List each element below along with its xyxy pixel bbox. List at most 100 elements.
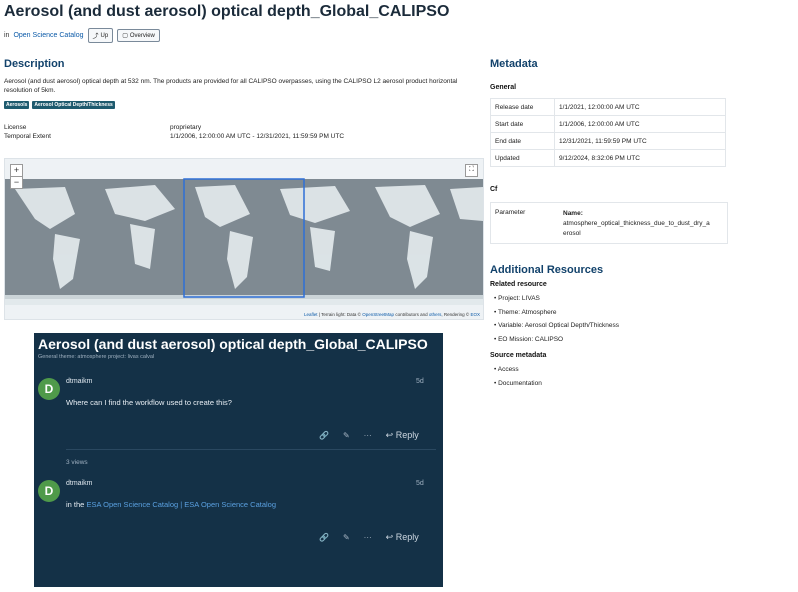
- others-link[interactable]: others: [429, 312, 442, 317]
- osm-link[interactable]: OpenStreetMap: [362, 312, 394, 317]
- table-row: Start date 1/1/2006, 12:00:00 AM UTC: [490, 115, 726, 133]
- catalog-link[interactable]: ESA Open Science Catalog | ESA Open Scie…: [86, 500, 276, 509]
- list-item[interactable]: • Theme: Atmosphere: [490, 306, 619, 320]
- source-metadata-list: • Access • Documentation: [490, 363, 542, 390]
- eox-link[interactable]: EOX: [470, 312, 480, 317]
- post-username[interactable]: dtmaikm: [66, 480, 92, 487]
- catalog-prefix: in: [4, 32, 10, 39]
- fullscreen-button[interactable]: ⛶: [465, 164, 478, 177]
- table-row: End date 12/31/2021, 11:59:59 PM UTC: [490, 132, 726, 150]
- overview-button[interactable]: ▢ Overview: [117, 29, 160, 42]
- divider: [66, 449, 436, 450]
- property-key: Temporal Extent: [4, 133, 51, 140]
- meta-value: 12/31/2021, 11:59:59 PM UTC: [554, 132, 726, 150]
- access-link[interactable]: Access: [498, 366, 519, 373]
- attribution-text: contributors and: [395, 312, 428, 317]
- reply-button[interactable]: ↩ Reply: [386, 532, 419, 543]
- tag-aod[interactable]: Aerosol Optical Depth/Thickness: [32, 101, 115, 109]
- overview-icon: ▢: [122, 33, 128, 39]
- post-actions: 🔗 ✎ ··· ↩ Reply: [319, 532, 419, 543]
- list-item[interactable]: • EO Mission: CALIPSO: [490, 333, 619, 347]
- source-metadata-heading: Source metadata: [490, 352, 547, 359]
- additional-resources-heading: Additional Resources: [490, 264, 604, 276]
- post-actions: 🔗 ✎ ··· ↩ Reply: [319, 430, 419, 441]
- forum-discussion-embed: Aerosol (and dust aerosol) optical depth…: [34, 333, 443, 587]
- meta-value: 9/12/2024, 8:32:06 PM UTC: [554, 149, 726, 167]
- extent-map[interactable]: + − ⛶ Leaflet | Terrain light: Data © Op…: [4, 158, 484, 320]
- more-button[interactable]: ···: [364, 533, 372, 542]
- link-icon[interactable]: 🔗: [319, 533, 329, 542]
- description-text: Aerosol (and dust aerosol) optical depth…: [4, 78, 458, 94]
- property-temporal-extent: Temporal Extent 1/1/2006, 12:00:00 AM UTC…: [4, 132, 344, 141]
- forum-topic-title[interactable]: Aerosol (and dust aerosol) optical depth…: [38, 336, 428, 352]
- post-age: 5d: [416, 480, 424, 487]
- post-username[interactable]: dtmaikm: [66, 378, 92, 385]
- related-link[interactable]: Variable: Aerosol Optical Depth/Thicknes…: [498, 322, 619, 329]
- cf-name-line2: erosol: [563, 230, 581, 237]
- list-item[interactable]: • Project: LIVAS: [490, 292, 619, 306]
- views-count: 3 views: [66, 459, 88, 466]
- link-icon[interactable]: 🔗: [319, 431, 329, 440]
- pencil-icon[interactable]: ✎: [343, 533, 350, 542]
- zoom-out-button[interactable]: −: [10, 176, 23, 189]
- reply-icon: ↩: [385, 532, 394, 542]
- list-item[interactable]: • Access: [490, 363, 542, 377]
- documentation-link[interactable]: Documentation: [498, 380, 542, 387]
- up-label: Up: [100, 32, 109, 39]
- property-value: 1/1/2006, 12:00:00 AM UTC - 12/31/2021, …: [170, 133, 345, 140]
- post-text-prefix: in the: [66, 500, 85, 509]
- cf-table: Parameter Name: atmosphere_optical_thick…: [490, 202, 728, 244]
- post-text: in the ESA Open Science Catalog | ESA Op…: [66, 500, 276, 509]
- reply-label: Reply: [395, 532, 419, 542]
- map-attribution: Leaflet | Terrain light: Data © OpenStre…: [304, 312, 480, 317]
- cf-value: Name: atmosphere_optical_thickness_due_t…: [559, 203, 714, 243]
- cf-name-line1: atmosphere_optical_thickness_due_to_dust…: [563, 220, 710, 227]
- avatar[interactable]: D: [38, 480, 60, 502]
- arrow-up-icon: ⤴: [92, 34, 99, 40]
- more-button[interactable]: ···: [364, 431, 372, 440]
- post-age: 5d: [416, 378, 424, 385]
- meta-key: Updated: [490, 149, 555, 167]
- reply-icon: ↩: [385, 430, 394, 440]
- meta-value: 1/1/2006, 12:00:00 AM UTC: [554, 115, 726, 133]
- related-resource-list: • Project: LIVAS • Theme: Atmosphere • V…: [490, 292, 619, 346]
- page-title: Aerosol (and dust aerosol) optical depth…: [4, 3, 450, 20]
- avatar[interactable]: D: [38, 378, 60, 400]
- metadata-heading: Metadata: [490, 58, 538, 70]
- cf-heading: Cf: [490, 186, 498, 193]
- general-metadata-table: Release date 1/1/2021, 12:00:00 AM UTC St…: [490, 98, 726, 167]
- general-heading: General: [490, 84, 517, 91]
- list-item[interactable]: • Documentation: [490, 377, 542, 391]
- cf-name-label: Name:: [563, 210, 583, 217]
- cf-key: Parameter: [495, 209, 526, 216]
- meta-key: Start date: [490, 115, 555, 133]
- table-row: Release date 1/1/2021, 12:00:00 AM UTC: [490, 98, 726, 116]
- related-link[interactable]: EO Mission: CALIPSO: [498, 336, 563, 343]
- meta-key: End date: [490, 132, 555, 150]
- attribution-text: , Rendering ©: [441, 312, 470, 317]
- world-map-tiles: [5, 178, 483, 305]
- reply-button[interactable]: ↩ Reply: [386, 430, 419, 441]
- meta-value: 1/1/2021, 12:00:00 AM UTC: [554, 98, 726, 116]
- property-key: License: [4, 124, 27, 131]
- list-item[interactable]: • Variable: Aerosol Optical Depth/Thickn…: [490, 319, 619, 333]
- description-heading: Description: [4, 58, 65, 70]
- related-link[interactable]: Theme: Atmosphere: [498, 309, 557, 316]
- meta-key: Release date: [490, 98, 555, 116]
- properties: License proprietary Temporal Extent 1/1/20…: [4, 123, 344, 141]
- related-link[interactable]: Project: LIVAS: [498, 295, 540, 302]
- up-button[interactable]: ⤴ Up: [87, 28, 114, 43]
- catalog-link[interactable]: Open Science Catalog: [13, 32, 83, 39]
- forum-category-tags[interactable]: General theme: atmosphere project: livas…: [38, 354, 154, 360]
- overview-label: Overview: [129, 32, 155, 39]
- pencil-icon[interactable]: ✎: [343, 431, 350, 440]
- table-row: Updated 9/12/2024, 8:32:06 PM UTC: [490, 149, 726, 167]
- catalog-breadcrumb: in Open Science Catalog ⤴ Up ▢ Overview: [4, 28, 160, 43]
- property-license: License proprietary: [4, 123, 344, 132]
- reply-label: Reply: [395, 430, 419, 440]
- leaflet-link[interactable]: Leaflet: [304, 312, 318, 317]
- related-resource-heading: Related resource: [490, 281, 547, 288]
- property-value: proprietary: [170, 124, 202, 131]
- tag-aerosols[interactable]: Aerosols: [4, 101, 30, 109]
- attribution-text: | Terrain light: Data ©: [318, 312, 361, 317]
